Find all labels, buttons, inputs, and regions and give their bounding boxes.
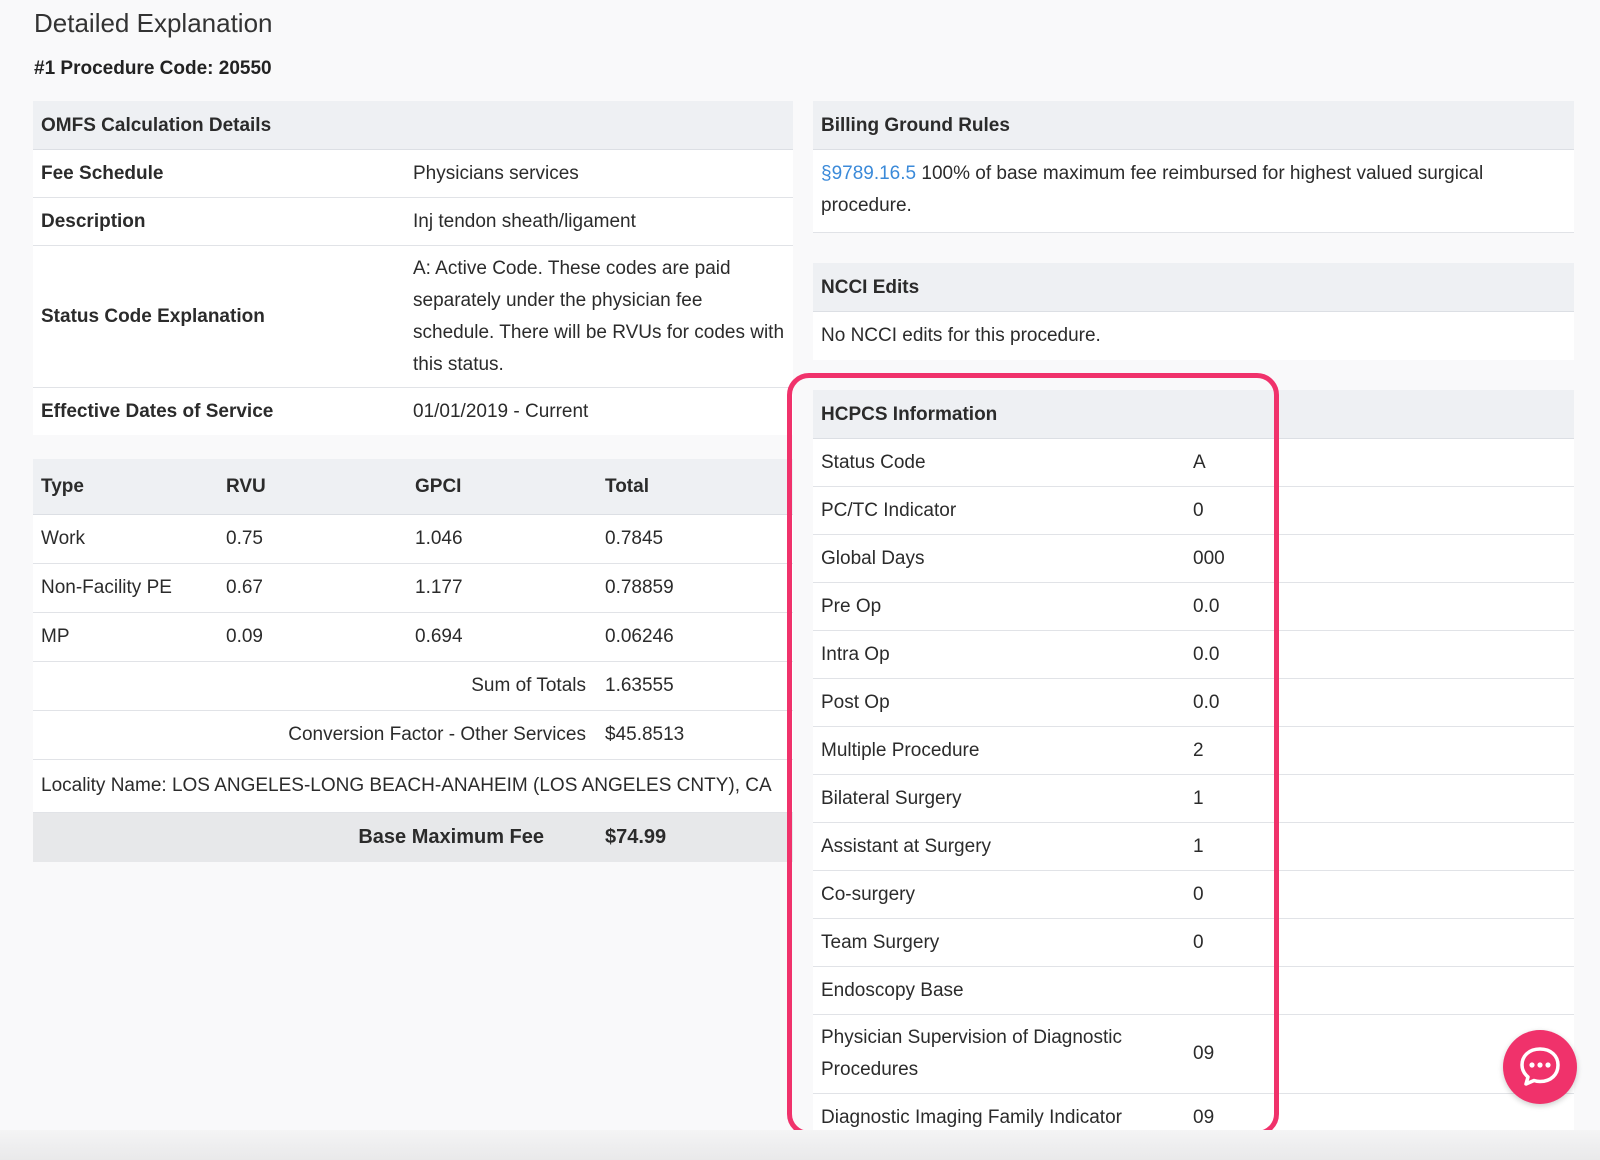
table-row: Work 0.75 1.046 0.7845 [33, 515, 793, 564]
hcpcs-label: Assistant at Surgery [821, 835, 992, 857]
conversion-factor-row: Conversion Factor - Other Services $45.8… [33, 711, 793, 760]
billing-header: Billing Ground Rules [813, 101, 1574, 150]
hcpcs-row: Endoscopy Base [813, 967, 1574, 1015]
cell-total: 0.7845 [605, 528, 664, 549]
base-fee-value: $74.99 [605, 826, 667, 848]
hcpcs-value: 1 [1193, 835, 1204, 857]
hcpcs-value: 0 [1193, 931, 1204, 953]
page-title: Detailed Explanation [34, 8, 273, 38]
hcpcs-row: Intra Op 0.0 [813, 631, 1574, 679]
detail-label: Effective Dates of Service [41, 400, 274, 422]
hcpcs-value: 2 [1193, 739, 1204, 761]
hcpcs-row: Post Op 0.0 [813, 679, 1574, 727]
hcpcs-label: Team Surgery [821, 931, 940, 953]
hcpcs-row: Pre Op 0.0 [813, 583, 1574, 631]
detail-row-effective-dates: Effective Dates of Service 01/01/2019 - … [33, 388, 793, 435]
column-header-total: Total [605, 475, 649, 497]
hcpcs-value: 0 [1193, 499, 1204, 521]
hcpcs-value: 09 [1193, 1107, 1215, 1128]
detail-label: Fee Schedule [41, 162, 164, 184]
cell-gpci: 0.694 [415, 626, 463, 647]
hcpcs-row: Multiple Procedure 2 [813, 727, 1574, 775]
hcpcs-label: Physician Supervision of Diagnostic Proc… [821, 1027, 1122, 1080]
ncci-header: NCCI Edits [813, 263, 1574, 312]
cell-rvu: 0.75 [226, 528, 263, 549]
cell-gpci: 1.177 [415, 577, 463, 598]
cell-type: Non-Facility PE [41, 577, 172, 598]
hcpcs-header: HCPCS Information [813, 390, 1574, 439]
hcpcs-row: PC/TC Indicator 0 [813, 487, 1574, 535]
detail-value: Physicians services [413, 162, 579, 184]
hcpcs-row: Team Surgery 0 [813, 919, 1574, 967]
detail-value: Inj tendon sheath/ligament [413, 210, 636, 232]
detail-row-status-code-explanation: Status Code Explanation A: Active Code. … [33, 246, 793, 388]
hcpcs-label: PC/TC Indicator [821, 499, 957, 521]
cell-gpci: 1.046 [415, 528, 463, 549]
cell-total: 0.06246 [605, 626, 674, 647]
hcpcs-label: Intra Op [821, 643, 890, 665]
hcpcs-value: 000 [1193, 547, 1225, 569]
hcpcs-row: Assistant at Surgery 1 [813, 823, 1574, 871]
base-fee-label: Base Maximum Fee [358, 826, 544, 848]
hcpcs-row: Physician Supervision of Diagnostic Proc… [813, 1015, 1574, 1094]
hcpcs-value: 1 [1193, 787, 1204, 809]
detail-row-fee-schedule: Fee Schedule Physicians services [33, 150, 793, 198]
conversion-factor-value: $45.8513 [605, 724, 685, 745]
billing-rule: §9789.16.5 100% of base maximum fee reim… [813, 150, 1574, 233]
cell-type: Work [41, 528, 85, 549]
cell-rvu: 0.67 [226, 577, 263, 598]
right-panels: Billing Ground Rules §9789.16.5 100% of … [813, 101, 1574, 1142]
hcpcs-label: Status Code [821, 451, 926, 473]
conversion-factor-label: Conversion Factor - Other Services [288, 724, 586, 745]
hcpcs-row: Status Code A [813, 439, 1574, 487]
table-row: Non-Facility PE 0.67 1.177 0.78859 [33, 564, 793, 613]
hcpcs-row: Bilateral Surgery 1 [813, 775, 1574, 823]
billing-rule-text: 100% of base maximum fee reimbursed for … [821, 163, 1484, 216]
hcpcs-label: Global Days [821, 547, 925, 569]
column-header-rvu: RVU [226, 475, 266, 497]
detail-value: 01/01/2019 - Current [413, 400, 589, 422]
column-header-type: Type [41, 475, 84, 497]
bottom-fade [0, 1130, 1600, 1160]
cell-type: MP [41, 626, 70, 647]
hcpcs-label: Post Op [821, 691, 890, 713]
hcpcs-label: Pre Op [821, 595, 882, 617]
ncci-text: No NCCI edits for this procedure. [813, 312, 1574, 360]
sum-value: 1.63555 [605, 675, 674, 696]
hcpcs-value: 0 [1193, 883, 1204, 905]
detail-label: Status Code Explanation [41, 305, 265, 327]
hcpcs-value: 0.0 [1193, 643, 1220, 665]
sum-of-totals-row: Sum of Totals 1.63555 [33, 662, 793, 711]
column-header-gpci: GPCI [415, 475, 462, 497]
base-maximum-fee-row: Base Maximum Fee $74.99 [33, 813, 793, 862]
cell-total: 0.78859 [605, 577, 674, 598]
detail-value: A: Active Code. These codes are paid sep… [413, 257, 785, 375]
hcpcs-label: Endoscopy Base [821, 979, 964, 1001]
rvu-table-header: Type RVU GPCI Total [33, 459, 793, 515]
cell-rvu: 0.09 [226, 626, 263, 647]
hcpcs-value: 0.0 [1193, 595, 1220, 617]
procedure-code-heading: #1 Procedure Code: 20550 [34, 58, 272, 79]
hcpcs-label: Multiple Procedure [821, 739, 980, 761]
hcpcs-label: Bilateral Surgery [821, 787, 962, 809]
detail-label: Description [41, 210, 146, 232]
omfs-panel: OMFS Calculation Details Fee Schedule Ph… [33, 101, 793, 862]
hcpcs-value: A [1193, 451, 1206, 473]
omfs-header: OMFS Calculation Details [33, 101, 793, 150]
hcpcs-row: Global Days 000 [813, 535, 1574, 583]
sum-label: Sum of Totals [471, 675, 586, 696]
table-row: MP 0.09 0.694 0.06246 [33, 613, 793, 662]
hcpcs-label: Co-surgery [821, 883, 915, 905]
chat-bubble-icon [1520, 1047, 1560, 1086]
hcpcs-value: 0.0 [1193, 691, 1220, 713]
chat-button[interactable] [1503, 1030, 1577, 1104]
hcpcs-row: Co-surgery 0 [813, 871, 1574, 919]
locality-name: Locality Name: LOS ANGELES-LONG BEACH-AN… [33, 760, 793, 813]
detail-row-description: Description Inj tendon sheath/ligament [33, 198, 793, 246]
billing-rule-link[interactable]: §9789.16.5 [821, 163, 916, 184]
